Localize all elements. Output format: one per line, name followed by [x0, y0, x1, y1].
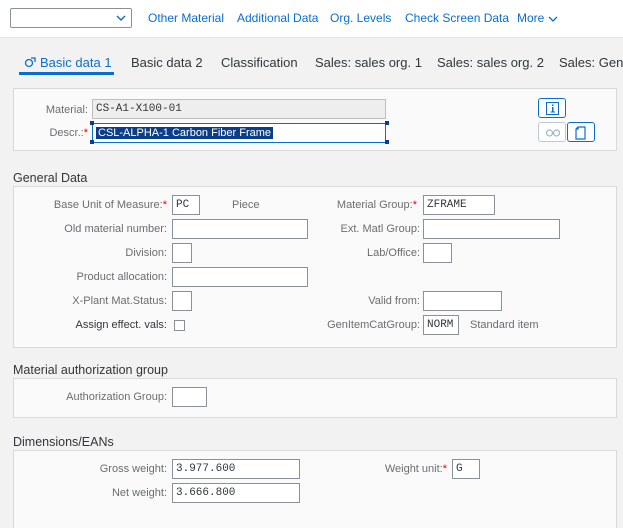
ext-matl-group-field[interactable] — [423, 219, 560, 239]
selected-text: CSL-ALPHA-1 Carbon Fiber Frame — [96, 127, 274, 139]
top-toolbar: Other Material Additional Data Org. Leve… — [0, 0, 623, 38]
xplant-status-field[interactable] — [172, 291, 192, 311]
general-data-title: General Data — [13, 171, 88, 185]
division-field[interactable] — [172, 243, 192, 263]
description-field[interactable]: CSL-ALPHA-1 Carbon Fiber Frame — [92, 123, 386, 143]
old-material-field[interactable] — [172, 219, 308, 239]
gen-item-cat-field[interactable]: NORM — [423, 315, 459, 335]
selection-handle — [90, 140, 94, 144]
material-field[interactable]: CS-A1-X100-01 — [92, 99, 386, 119]
additional-data-link[interactable]: Additional Data — [237, 11, 318, 25]
tab-label: Basic data 1 — [40, 55, 112, 70]
material-label: Material: — [45, 104, 88, 116]
required-marker: * — [412, 199, 417, 211]
document-icon — [575, 126, 586, 140]
selection-handle — [385, 121, 389, 125]
material-group-label-text: Material Group: — [336, 199, 413, 211]
tab-sales-general[interactable]: Sales: Gene — [559, 55, 623, 70]
more-menu[interactable]: More — [517, 11, 558, 25]
old-material-label: Old material number: — [64, 223, 167, 235]
org-levels-link[interactable]: Org. Levels — [330, 11, 391, 25]
more-label: More — [517, 11, 545, 25]
variant-dropdown[interactable] — [10, 8, 132, 28]
gross-weight-field[interactable]: 3.977.600 — [172, 459, 300, 479]
chevron-down-icon — [116, 15, 126, 21]
required-marker: * — [442, 463, 447, 475]
material-group-label: Material Group:* — [290, 199, 417, 211]
lab-office-field[interactable] — [423, 243, 452, 263]
tab-sales-org-1[interactable]: Sales: sales org. 1 — [315, 55, 422, 70]
basic-data-icon — [24, 57, 36, 68]
tab-basic-data-1[interactable]: Basic data 1 — [24, 55, 112, 70]
material-group-field[interactable]: ZFRAME — [423, 195, 495, 215]
other-material-link[interactable]: Other Material — [148, 11, 224, 25]
assign-effect-label: Assign effect. vals: — [75, 319, 167, 331]
active-tab-indicator — [19, 72, 114, 75]
dimensions-title: Dimensions/EANs — [13, 435, 114, 449]
base-uom-field[interactable]: PC — [172, 195, 200, 215]
required-marker: * — [83, 127, 88, 139]
tab-classification[interactable]: Classification — [221, 55, 298, 70]
gen-item-cat-text: Standard item — [470, 319, 539, 331]
gen-item-cat-label: GenItemCatGroup: — [327, 319, 420, 331]
net-weight-field[interactable]: 3.666.800 — [172, 483, 300, 503]
chevron-down-icon — [548, 16, 558, 22]
tab-sales-org-2[interactable]: Sales: sales org. 2 — [437, 55, 544, 70]
base-uom-label: Base Unit of Measure:* — [20, 199, 167, 211]
xplant-status-label: X-Plant Mat.Status: — [72, 295, 167, 307]
lab-office-label: Lab/Office: — [367, 247, 420, 259]
base-uom-label-text: Base Unit of Measure: — [53, 199, 163, 211]
product-allocation-field[interactable] — [172, 267, 308, 287]
selection-handle — [385, 140, 389, 144]
auth-group-label: Authorization Group: — [66, 391, 167, 403]
info-icon — [546, 102, 559, 115]
auth-group-field[interactable] — [172, 387, 207, 407]
descr-label-text: Descr.: — [49, 127, 84, 139]
tab-basic-data-2[interactable]: Basic data 2 — [131, 55, 203, 70]
auth-group-title: Material authorization group — [13, 363, 168, 377]
assign-effect-checkbox[interactable] — [174, 320, 185, 331]
copy-button[interactable] — [567, 122, 595, 142]
display-button[interactable] — [538, 122, 566, 142]
gross-weight-label: Gross weight: — [99, 463, 167, 475]
product-allocation-label: Product allocation: — [76, 271, 168, 283]
weight-unit-field[interactable]: G — [452, 459, 480, 479]
descr-label: Descr.:* — [20, 127, 88, 139]
required-marker: * — [162, 199, 167, 211]
weight-unit-label: Weight unit:* — [330, 463, 447, 475]
weight-unit-label-text: Weight unit: — [384, 463, 443, 475]
division-label: Division: — [125, 247, 167, 259]
ext-matl-group-label: Ext. Matl Group: — [340, 223, 420, 235]
check-screen-data-link[interactable]: Check Screen Data — [405, 11, 509, 25]
valid-from-label: Valid from: — [368, 295, 420, 307]
net-weight-label: Net weight: — [111, 487, 167, 499]
glasses-icon — [546, 129, 560, 137]
selection-handle — [90, 121, 94, 125]
info-button[interactable] — [538, 98, 566, 118]
base-uom-text: Piece — [232, 199, 260, 211]
valid-from-field[interactable] — [423, 291, 502, 311]
